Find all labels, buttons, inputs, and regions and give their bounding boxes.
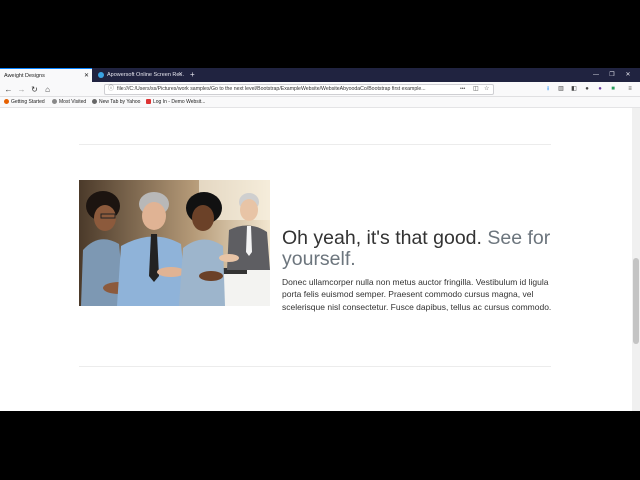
web-page-content: Oh yeah, it's that good. See for yoursel… (0, 108, 632, 411)
scrollbar-thumb[interactable] (633, 258, 639, 344)
bookmark-getting-started[interactable]: Getting Started (4, 97, 45, 108)
extension-icon[interactable]: ● (596, 85, 604, 93)
extension-screen-icon[interactable]: ■ (609, 85, 617, 93)
section-divider-top (79, 144, 551, 145)
library-icon[interactable]: ▥ (557, 85, 565, 93)
team-meeting-photo (79, 180, 270, 306)
bookmark-log-in-demo[interactable]: Log In - Demo Websit... (146, 97, 205, 108)
tab-bar: Aweight Designs ✕ Apowersoft Online Scre… (0, 68, 640, 82)
back-icon[interactable]: ← (3, 84, 14, 95)
navigation-toolbar: ← → ↻ ⌂ ⓘ file:///C:/Users/ss/Pictures/w… (0, 82, 640, 97)
apowersoft-favicon-icon (98, 71, 104, 78)
page-scrollbar[interactable] (632, 108, 640, 411)
feature-body-text: Donec ullamcorper nulla non metus auctor… (282, 277, 552, 312)
window-close-icon[interactable]: ✕ (620, 68, 636, 82)
site-favicon-icon (146, 99, 151, 105)
pocket-icon[interactable]: ◫ (473, 85, 479, 94)
menu-icon[interactable]: ≡ (626, 85, 634, 93)
close-tab-icon[interactable]: ✕ (84, 69, 89, 82)
browser-window: Aweight Designs ✕ Apowersoft Online Scre… (0, 68, 640, 411)
page-actions-icon[interactable]: ••• (460, 85, 465, 94)
info-icon[interactable]: ⓘ (108, 85, 114, 94)
tab-label: Aweight Designs (4, 73, 45, 79)
tab-label: Apowersoft Online Screen Re... (107, 72, 185, 78)
account-icon[interactable]: ● (583, 85, 591, 93)
close-tab-icon[interactable]: ✕ (178, 68, 183, 82)
new-tab-plus-icon[interactable]: + (190, 68, 195, 82)
reload-icon[interactable]: ↻ (29, 84, 40, 95)
bookmark-new-tab-yahoo[interactable]: New Tab by Yahoo (92, 97, 140, 108)
firefox-icon (4, 99, 9, 105)
feature-headline: Oh yeah, it's that good. See for yoursel… (282, 228, 552, 270)
tab-apowersoft[interactable]: Apowersoft Online Screen Re... ✕ (94, 68, 186, 82)
url-bar[interactable]: ⓘ file:///C:/Users/ss/Pictures/work samp… (104, 84, 494, 95)
bookmarks-toolbar: Getting Started Most Visited New Tab by … (0, 97, 640, 108)
bookmark-star-icon[interactable]: ☆ (484, 85, 489, 94)
gear-icon (52, 99, 57, 105)
section-divider-bottom (79, 366, 551, 367)
bookmark-most-visited[interactable]: Most Visited (52, 97, 86, 108)
download-icon[interactable]: ⭳ (544, 85, 552, 93)
tab-aweight-designs[interactable]: Aweight Designs ✕ (0, 68, 92, 82)
sidebar-icon[interactable]: ◧ (570, 85, 578, 93)
forward-icon[interactable]: → (16, 84, 27, 95)
minimize-icon[interactable]: — (588, 68, 604, 82)
globe-icon (92, 99, 97, 105)
url-text[interactable]: file:///C:/Users/ss/Pictures/work sample… (117, 85, 447, 94)
headline-main-text: Oh yeah, it's that good. (282, 227, 482, 249)
home-icon[interactable]: ⌂ (42, 84, 53, 95)
restore-icon[interactable]: ❐ (604, 68, 620, 82)
